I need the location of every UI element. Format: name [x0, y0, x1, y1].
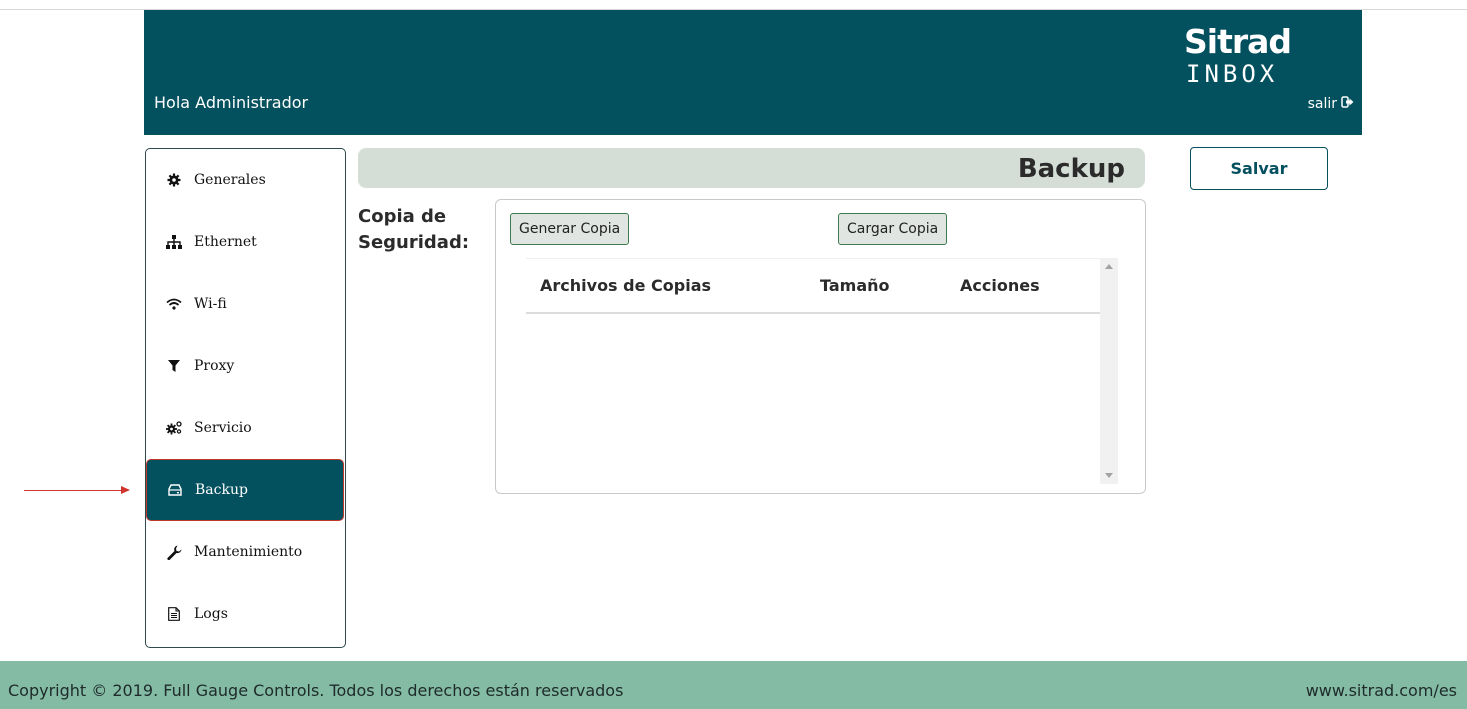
scroll-down-arrow-icon[interactable]: [1105, 473, 1113, 478]
sitemap-icon: [166, 234, 182, 250]
sidebar-item-label: Wi-fi: [194, 296, 227, 312]
section-label: Copia de Seguridad:: [358, 204, 469, 256]
sidebar-item-label: Ethernet: [194, 234, 257, 250]
sidebar-item-mantenimiento[interactable]: Mantenimiento: [146, 521, 344, 583]
annotation-arrow-line: [24, 490, 122, 491]
scroll-up-arrow-icon[interactable]: [1105, 264, 1113, 269]
logo-brand: Sitrad: [1184, 22, 1292, 61]
sidebar-item-generales[interactable]: Generales: [146, 149, 344, 211]
backup-panel: Generar Copia Cargar Copia Archivos de C…: [495, 199, 1146, 494]
sitrad-inbox-logo: Sitrad INBOX: [1184, 24, 1304, 94]
column-header-files: Archivos de Copias: [540, 276, 712, 295]
section-label-line2: Seguridad:: [358, 232, 470, 253]
sidebar-item-label: Generales: [194, 172, 266, 188]
sidebar-item-proxy[interactable]: Proxy: [146, 335, 344, 397]
sidebar-item-ethernet[interactable]: Ethernet: [146, 211, 344, 273]
logout-link[interactable]: salir: [1308, 96, 1354, 112]
backup-files-table: Archivos de Copias Tamaño Acciones: [526, 258, 1118, 484]
column-header-size: Tamaño: [820, 276, 890, 295]
wrench-icon: [166, 544, 182, 560]
table-scrollbar[interactable]: [1100, 258, 1118, 484]
app-header: Hola Administrador Sitrad INBOX salir: [144, 10, 1362, 135]
logout-label: salir: [1307, 96, 1337, 112]
sidebar-item-label: Mantenimiento: [194, 544, 303, 560]
copyright-text: Copyright © 2019. Full Gauge Controls. T…: [8, 681, 624, 700]
page-title-bar: Backup: [358, 148, 1145, 188]
sidebar-item-servicio[interactable]: Servicio: [146, 397, 344, 459]
greeting-text: Hola Administrador: [154, 93, 309, 112]
save-button[interactable]: Salvar: [1190, 147, 1328, 190]
hdd-icon: [167, 482, 183, 498]
column-header-actions: Acciones: [960, 276, 1040, 295]
load-backup-button[interactable]: Cargar Copia: [838, 213, 948, 245]
sidebar-item-backup[interactable]: Backup: [146, 459, 344, 521]
app-footer: Copyright © 2019. Full Gauge Controls. T…: [0, 661, 1467, 709]
logo-sub: INBOX: [1186, 60, 1279, 88]
settings-sidebar: Generales Ethernet Wi-fi Proxy Servicio …: [145, 148, 346, 648]
page-title: Backup: [1017, 154, 1125, 184]
wifi-icon: [166, 296, 182, 312]
annotation-arrow-head: [121, 486, 130, 494]
site-link[interactable]: www.sitrad.com/es: [1306, 681, 1457, 700]
sidebar-item-label: Servicio: [194, 420, 252, 436]
sidebar-item-label: Proxy: [194, 358, 235, 374]
gear-icon: [166, 172, 182, 188]
filter-icon: [166, 358, 182, 374]
sidebar-item-label: Backup: [195, 482, 248, 498]
sidebar-item-logs[interactable]: Logs: [146, 583, 344, 645]
file-text-icon: [166, 606, 182, 622]
section-label-line1: Copia de: [358, 206, 447, 227]
generate-backup-button[interactable]: Generar Copia: [510, 213, 630, 245]
table-header: Archivos de Copias Tamaño Acciones: [526, 258, 1100, 314]
sign-out-icon: [1341, 96, 1354, 112]
cogs-icon: [166, 420, 182, 436]
sidebar-item-label: Logs: [194, 606, 228, 622]
sidebar-item-wifi[interactable]: Wi-fi: [146, 273, 344, 335]
